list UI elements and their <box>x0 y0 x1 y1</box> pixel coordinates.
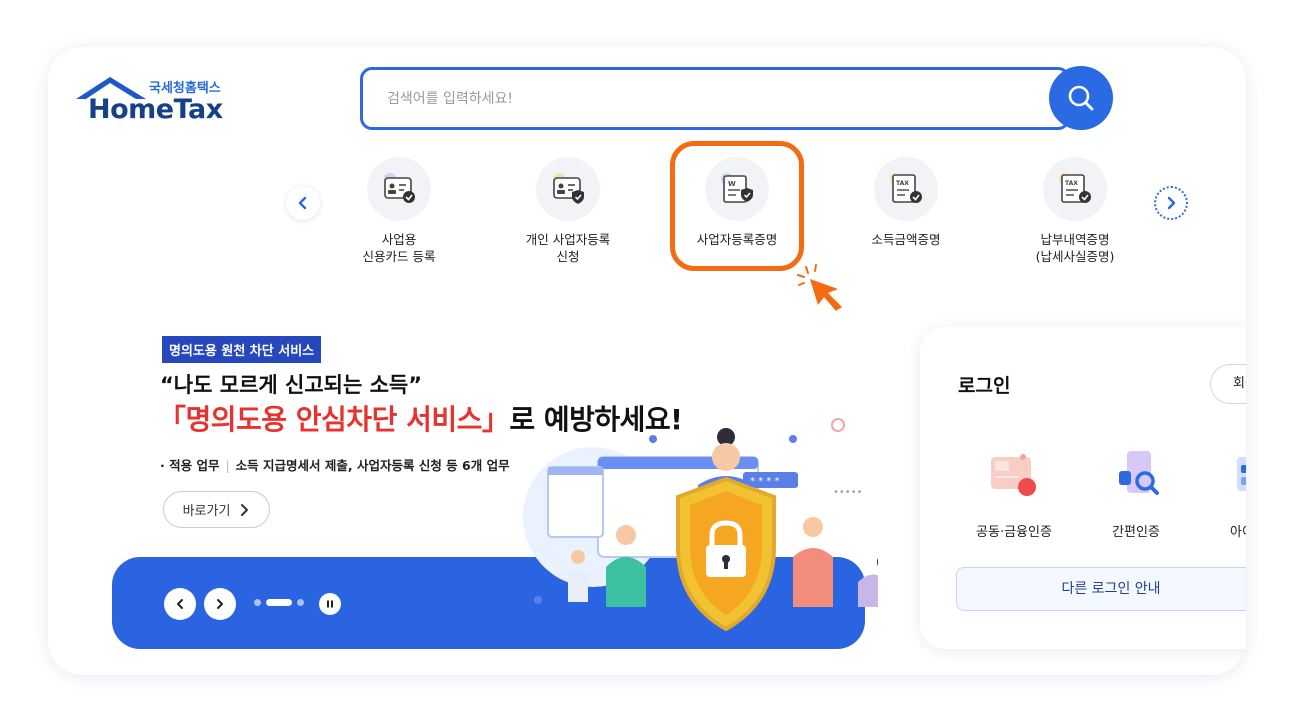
service-income-certificate[interactable]: TAX 소득금액증명 <box>836 157 976 248</box>
certificate-icon <box>983 445 1045 507</box>
service-tax-payment-certificate[interactable]: TAX 납부내역증명 (납세사실증명) <box>1005 157 1145 265</box>
phone-search-icon <box>1105 445 1167 507</box>
search-input[interactable] <box>363 70 1067 127</box>
service-business-credit-card[interactable]: 사업용 신용카드 등록 <box>329 157 469 265</box>
banner-next-button[interactable] <box>204 588 236 620</box>
login-title: 로그인 <box>958 375 1011 397</box>
search-icon <box>1068 85 1094 111</box>
service-label: 사업자등록증명 <box>696 232 778 247</box>
pagination-dot[interactable] <box>254 599 261 606</box>
banner-pagination <box>254 599 304 606</box>
login-panel: 로그인 회원가입 공동·금융인증 <box>920 327 1246 649</box>
login-method-certificate[interactable]: 공동·금융인증 <box>964 445 1064 540</box>
login-method-id[interactable]: 아이디 <box>1198 445 1246 540</box>
go-button[interactable]: 바로가기 <box>163 491 270 528</box>
service-label: 소득금액증명 <box>871 232 941 247</box>
login-method-simple[interactable]: 간편인증 <box>1086 445 1186 540</box>
id-icon <box>1217 445 1246 507</box>
banner-badge: 명의도용 원천 차단 서비스 <box>162 336 322 363</box>
svg-text:W: W <box>728 180 736 188</box>
join-button[interactable]: 회원가입 <box>1210 364 1246 404</box>
svg-text:TAX: TAX <box>896 180 909 187</box>
login-method-label: 아이디 <box>1230 525 1246 540</box>
chevron-right-icon <box>241 503 249 516</box>
chevron-left-icon <box>177 599 183 609</box>
search-box <box>360 67 1070 130</box>
services-prev-button[interactable] <box>286 186 320 220</box>
go-button-label: 바로가기 <box>182 504 231 519</box>
banner-pause-button[interactable] <box>319 593 341 615</box>
service-label: 개인 사업자등록 신청 <box>525 232 611 264</box>
cursor-pointer-icon <box>797 264 842 311</box>
banner-tasks: · 적용 업무 | 소득 지급명세서 제출, 사업자등록 신청 등 6개 업무 <box>160 455 510 474</box>
svg-text:•••••: ••••• <box>833 487 863 498</box>
chevron-right-icon <box>217 599 223 609</box>
document-shield-icon: W <box>705 157 769 221</box>
search-button[interactable] <box>1049 66 1113 130</box>
svg-text:TAX: TAX <box>1065 180 1078 187</box>
tasks-label: · 적용 업무 <box>160 458 220 473</box>
security-illustration: * * * * ••••• <box>523 418 878 632</box>
tasks-separator: | <box>225 458 230 473</box>
service-label: 사업용 신용카드 등록 <box>362 232 436 264</box>
hometax-main-panel: 국세청홈택스 HomeTax 검색어를 입력하세요! 사업용 신용카드 등록 개… <box>48 47 1246 675</box>
logo-wordmark: HomeTax <box>88 94 223 125</box>
banner-title-red: 「명의도용 안심차단 서비스」 <box>158 403 510 436</box>
hometax-logo[interactable]: 국세청홈택스 HomeTax <box>74 75 234 125</box>
login-method-label: 공동·금융인증 <box>976 525 1052 540</box>
login-method-label: 간편인증 <box>1112 525 1160 540</box>
chevron-right-icon <box>1167 196 1176 210</box>
other-login-guide-button[interactable]: 다른 로그인 안내 <box>956 567 1246 611</box>
chevron-left-icon <box>298 196 307 210</box>
tax-document-check-icon: TAX <box>1043 157 1107 221</box>
banner-prev-button[interactable] <box>164 588 196 620</box>
svg-text:* * * *: * * * * <box>750 476 780 487</box>
id-card-check-icon <box>367 157 431 221</box>
service-individual-business-registration[interactable]: 개인 사업자등록 신청 <box>498 157 638 265</box>
tax-document-check-icon: TAX <box>874 157 938 221</box>
pause-icon <box>327 600 333 608</box>
tasks-detail: 소득 지급명세서 제출, 사업자등록 신청 등 6개 업무 <box>235 458 510 473</box>
id-card-check-icon <box>536 157 600 221</box>
service-business-registration-certificate[interactable]: W 사업자등록증명 <box>667 157 807 248</box>
services-next-button[interactable] <box>1154 186 1188 220</box>
service-label: 납부내역증명 (납세사실증명) <box>1035 232 1115 264</box>
pagination-dot[interactable] <box>297 599 304 606</box>
banner-headline: “나도 모르게 신고되는 소득” <box>160 373 423 397</box>
pagination-dot-active[interactable] <box>266 599 292 606</box>
